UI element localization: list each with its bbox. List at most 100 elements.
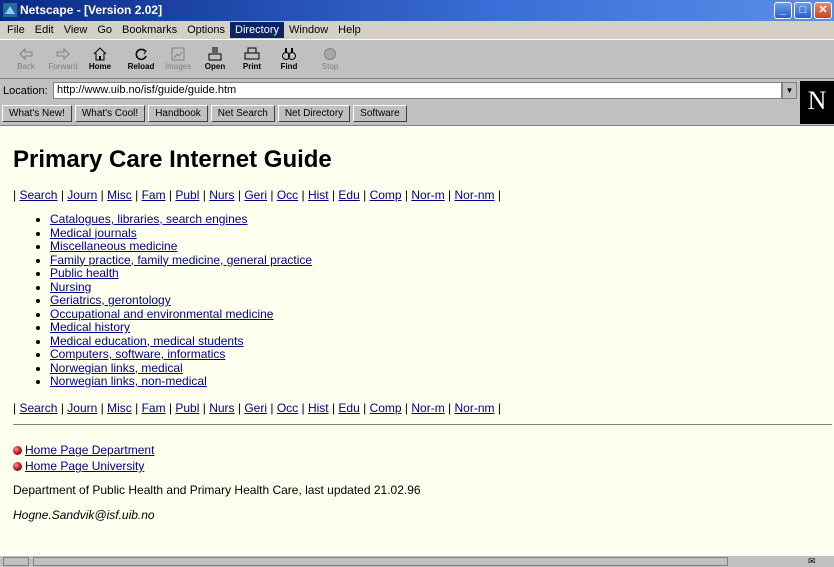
whats-new-button[interactable]: What's New! (2, 104, 72, 122)
page-content: Primary Care Internet Guide | Search | J… (0, 125, 834, 555)
nav-link-comp[interactable]: Comp (370, 188, 402, 202)
find-button[interactable]: Find (271, 43, 307, 75)
directory-button-bar: What's New! What's Cool! Handbook Net Se… (0, 103, 798, 123)
netscape-app-icon (3, 3, 17, 17)
whats-cool-button[interactable]: What's Cool! (74, 104, 146, 122)
contact-email: Hogne.Sandvik@isf.uib.no (13, 508, 155, 522)
nav-link-journ[interactable]: Journ (67, 188, 97, 202)
list-item: Catalogues, libraries, search engines (50, 212, 312, 227)
reload-button[interactable]: Reload (123, 43, 159, 75)
mail-icon[interactable]: ✉ (808, 556, 816, 567)
handbook-button[interactable]: Handbook (148, 104, 208, 122)
close-button[interactable]: ✕ (814, 2, 832, 19)
nav-link-nor-nm[interactable]: Nor-nm (455, 188, 495, 202)
open-button[interactable]: Open (197, 43, 233, 75)
topic-link[interactable]: Nursing (50, 280, 91, 294)
list-item: Miscellaneous medicine (50, 239, 312, 254)
stop-button[interactable]: Stop (312, 43, 348, 75)
nav-link-misc[interactable]: Misc (107, 401, 132, 415)
menu-view[interactable]: View (59, 22, 93, 38)
list-item: Norwegian links, medical (50, 361, 312, 376)
menu-bookmarks[interactable]: Bookmarks (117, 22, 182, 38)
topic-link[interactable]: Computers, software, informatics (50, 347, 225, 361)
topic-link[interactable]: Public health (50, 266, 119, 280)
topic-link[interactable]: Norwegian links, non-medical (50, 374, 207, 388)
list-item: Nursing (50, 280, 312, 295)
window-controls: _ □ ✕ (774, 2, 832, 19)
list-item: Geriatrics, gerontology (50, 293, 312, 308)
nav-link-hist[interactable]: Hist (308, 188, 329, 202)
images-button[interactable]: Images (160, 43, 196, 75)
netscape-logo[interactable]: N (800, 81, 834, 124)
page-title: Primary Care Internet Guide (13, 146, 332, 173)
print-button[interactable]: Print (234, 43, 270, 75)
nav-link-edu[interactable]: Edu (338, 188, 359, 202)
nav-link-search[interactable]: Search (19, 401, 57, 415)
topic-link[interactable]: Medical journals (50, 226, 137, 240)
forward-button[interactable]: Forward (45, 43, 81, 75)
nav-link-nurs[interactable]: Nurs (209, 188, 234, 202)
nav-link-occ[interactable]: Occ (277, 401, 298, 415)
horizontal-rule (13, 424, 832, 426)
title-bar: Netscape - [Version 2.02] _ □ ✕ (0, 0, 834, 21)
home-links: Home Page Department Home Page Universit… (13, 442, 154, 474)
nav-link-publ[interactable]: Publ (175, 401, 199, 415)
menu-edit[interactable]: Edit (30, 22, 59, 38)
topic-link[interactable]: Medical history (50, 320, 130, 334)
location-dropdown-button[interactable]: ▼ (782, 82, 797, 99)
nav-link-edu[interactable]: Edu (338, 401, 359, 415)
nav-link-nor-m[interactable]: Nor-m (411, 188, 444, 202)
nav-link-occ[interactable]: Occ (277, 188, 298, 202)
stop-icon (324, 48, 336, 60)
home-page-university-link[interactable]: Home Page University (25, 458, 144, 474)
nav-link-publ[interactable]: Publ (175, 188, 199, 202)
topic-link[interactable]: Catalogues, libraries, search engines (50, 212, 247, 226)
nav-link-fam[interactable]: Fam (142, 401, 166, 415)
topic-link[interactable]: Family practice, family medicine, genera… (50, 253, 312, 267)
menu-bar: File Edit View Go Bookmarks Options Dire… (0, 21, 834, 39)
topic-link[interactable]: Medical education, medical students (50, 334, 243, 348)
minimize-button[interactable]: _ (774, 2, 792, 19)
nav-link-misc[interactable]: Misc (107, 188, 132, 202)
list-item: Medical journals (50, 226, 312, 241)
printer-icon (244, 47, 260, 60)
menu-file[interactable]: File (2, 22, 30, 38)
topic-link[interactable]: Norwegian links, medical (50, 361, 183, 375)
nav-link-hist[interactable]: Hist (308, 401, 329, 415)
nav-link-nor-nm[interactable]: Nor-nm (455, 401, 495, 415)
nav-link-nurs[interactable]: Nurs (209, 401, 234, 415)
home-page-department-link[interactable]: Home Page Department (25, 442, 154, 458)
net-search-button[interactable]: Net Search (210, 104, 275, 122)
menu-help[interactable]: Help (333, 22, 366, 38)
home-button[interactable]: Home (82, 43, 118, 75)
nav-link-comp[interactable]: Comp (370, 401, 402, 415)
open-icon (208, 47, 222, 61)
software-button[interactable]: Software (353, 104, 407, 122)
binoculars-icon (282, 48, 296, 60)
nav-link-nor-m[interactable]: Nor-m (411, 401, 444, 415)
net-directory-button[interactable]: Net Directory (277, 104, 351, 122)
nav-link-fam[interactable]: Fam (142, 188, 166, 202)
section-nav-top: | Search | Journ | Misc | Fam | Publ | N… (13, 188, 501, 202)
location-input[interactable]: http://www.uib.no/isf/guide/guide.htm (53, 82, 782, 99)
topic-link[interactable]: Geriatrics, gerontology (50, 293, 171, 307)
nav-link-geri[interactable]: Geri (244, 188, 267, 202)
topic-link[interactable]: Miscellaneous medicine (50, 239, 177, 253)
nav-link-search[interactable]: Search (19, 188, 57, 202)
red-ball-bullet-icon (13, 445, 22, 455)
reload-icon (135, 48, 147, 61)
back-arrow-icon (19, 47, 33, 61)
topic-link[interactable]: Occupational and environmental medicine (50, 307, 273, 321)
home-link-row: Home Page University (13, 458, 154, 474)
back-button[interactable]: Back (8, 43, 44, 75)
menu-window[interactable]: Window (284, 22, 333, 38)
nav-link-geri[interactable]: Geri (244, 401, 267, 415)
menu-directory[interactable]: Directory (230, 22, 285, 38)
list-item: Medical education, medical students (50, 334, 312, 349)
menu-options[interactable]: Options (182, 22, 230, 38)
menu-go[interactable]: Go (92, 22, 117, 38)
window-title: Netscape - [Version 2.02] (20, 3, 163, 17)
maximize-button[interactable]: □ (794, 2, 812, 19)
location-bar: Location: http://www.uib.no/isf/guide/gu… (0, 80, 798, 102)
nav-link-journ[interactable]: Journ (67, 401, 97, 415)
